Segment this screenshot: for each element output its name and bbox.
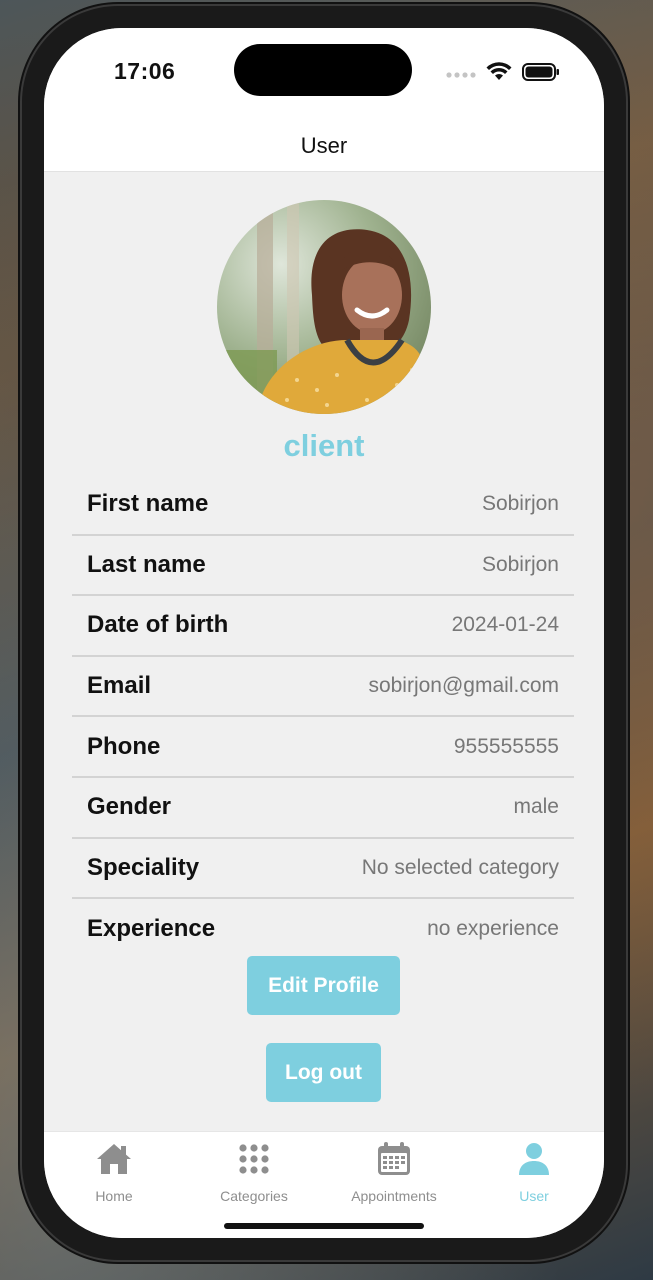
tab-label: Home (95, 1188, 133, 1204)
user-icon (518, 1140, 550, 1178)
field-value: No selected category (361, 855, 559, 879)
tab-home[interactable]: Home (44, 1132, 184, 1238)
info-row-speciality: Speciality No selected category (72, 839, 574, 900)
field-value: 2024-01-24 (451, 613, 559, 637)
status-icons (446, 62, 560, 87)
avatar (217, 200, 431, 414)
field-label: First name (87, 490, 209, 518)
field-label: Experience (87, 915, 216, 943)
battery-icon (522, 62, 560, 87)
status-bar: 17:06 (44, 28, 604, 120)
grid-icon (238, 1140, 270, 1178)
field-value: 955555555 (453, 734, 559, 758)
user-role: client (283, 428, 365, 463)
app-screen: 17:06 User client First name Sobirjon La… (44, 28, 604, 1238)
info-row-email: Email sobirjon@gmail.com (72, 657, 574, 718)
info-row-first-name: First name Sobirjon (72, 475, 574, 536)
info-row-date-of-birth: Date of birth 2024-01-24 (72, 596, 574, 657)
phone-frame: 17:06 User client First name Sobirjon La… (22, 6, 626, 1260)
tab-user[interactable]: User (464, 1132, 604, 1238)
wifi-icon (486, 62, 512, 87)
info-row-experience: Experience no experience (72, 899, 574, 960)
field-value: male (513, 795, 559, 819)
field-label: Speciality (87, 853, 200, 881)
home-indicator (224, 1223, 424, 1229)
field-label: Date of birth (87, 611, 229, 639)
field-value: sobirjon@gmail.com (368, 674, 559, 698)
bottom-tab-bar: Home Categories Appointments User (44, 1131, 604, 1238)
info-row-gender: Gender male (72, 778, 574, 839)
info-row-last-name: Last name Sobirjon (72, 536, 574, 597)
edit-profile-button[interactable]: Edit Profile (247, 956, 400, 1015)
tab-label: User (519, 1188, 549, 1204)
field-value: no experience (427, 917, 559, 941)
info-row-phone: Phone 955555555 (72, 717, 574, 778)
nav-header: User (44, 120, 604, 172)
signal-icon (446, 66, 476, 84)
tab-label: Appointments (351, 1188, 437, 1204)
logout-button[interactable]: Log out (266, 1043, 381, 1102)
profile-info-list: First name Sobirjon Last name Sobirjon D… (72, 475, 574, 960)
calendar-icon (377, 1140, 411, 1178)
dynamic-island (234, 44, 412, 96)
field-label: Last name (87, 550, 206, 578)
field-value: Sobirjon (481, 492, 559, 516)
field-label: Gender (87, 793, 172, 821)
field-label: Phone (87, 732, 161, 760)
page-title: User (300, 132, 348, 158)
status-time: 17:06 (114, 58, 176, 84)
field-label: Email (87, 672, 152, 700)
tab-label: Categories (220, 1188, 288, 1204)
home-icon (96, 1140, 132, 1178)
field-value: Sobirjon (481, 552, 559, 576)
